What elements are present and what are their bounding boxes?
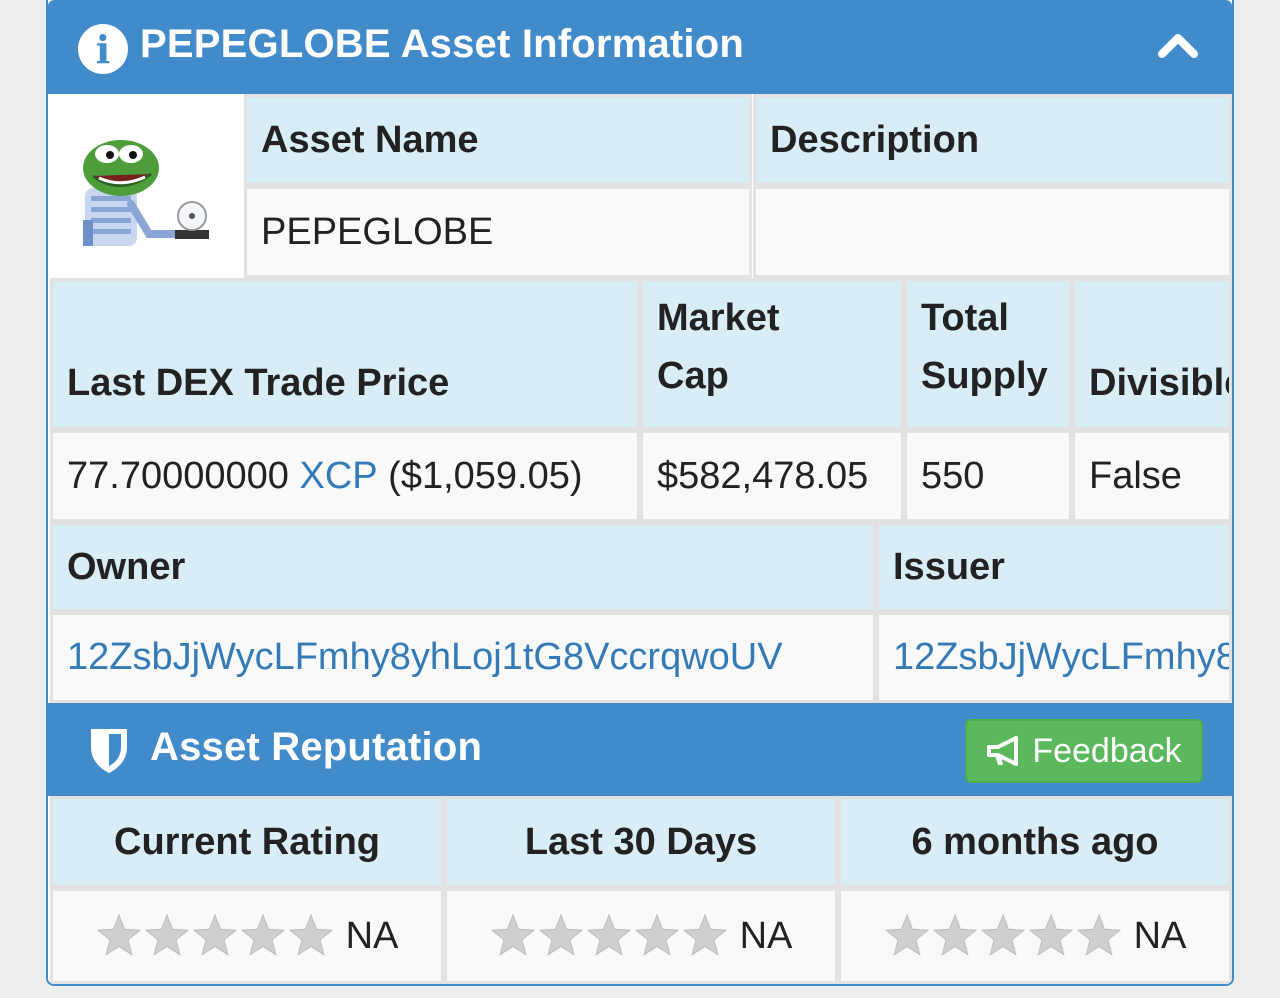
reputation-header: Asset Reputation Feedback xyxy=(48,703,1232,796)
panel-title: PEPEGLOBE Asset Information xyxy=(140,22,745,66)
star-icon xyxy=(538,913,583,956)
last-dex-price-value: 77.70000000 XCP ($1,059.05) xyxy=(50,430,640,522)
star-icon xyxy=(240,913,285,956)
current-rating-cell: NA xyxy=(50,888,444,984)
feedback-button[interactable]: Feedback xyxy=(965,719,1203,783)
star-rating xyxy=(96,913,334,959)
asset-name-header: Asset Name xyxy=(244,94,752,186)
six-months-ago-cell: NA xyxy=(838,888,1232,984)
market-cap-value: $582,478.05 xyxy=(640,430,904,522)
last-30-days-header: Last 30 Days xyxy=(444,796,838,888)
feedback-label: Feedback xyxy=(1032,731,1182,770)
chevron-up-icon[interactable] xyxy=(1156,28,1200,62)
description-header: Description xyxy=(753,94,1232,186)
description-value xyxy=(753,186,1232,278)
current-rating-header: Current Rating xyxy=(50,796,444,888)
asset-image xyxy=(48,94,244,278)
rating-value: NA xyxy=(345,914,399,957)
market-cap-header-text: Market Cap xyxy=(657,297,780,397)
star-icon xyxy=(144,913,189,956)
star-icon xyxy=(1028,913,1073,956)
info-circle-icon: i xyxy=(78,24,128,74)
total-supply-header: Total Supply xyxy=(904,278,1072,430)
reputation-title: Asset Reputation xyxy=(150,725,483,769)
star-rating xyxy=(490,913,728,959)
star-icon xyxy=(1076,913,1121,956)
price-currency-link[interactable]: XCP xyxy=(299,455,377,498)
issuer-header: Issuer xyxy=(876,522,1232,612)
last-dex-price-header: Last DEX Trade Price xyxy=(50,278,640,430)
star-icon xyxy=(980,913,1025,956)
asset-name-value: PEPEGLOBE xyxy=(244,186,752,278)
six-months-ago-header: 6 months ago xyxy=(838,796,1232,888)
star-icon xyxy=(96,913,141,956)
issuer-address-link[interactable]: 12ZsbJjWycLFmhy8yhLoj1tG8VccrqwoUV xyxy=(876,612,1232,703)
total-supply-header-text: Total Supply xyxy=(921,297,1048,397)
star-icon xyxy=(682,913,727,956)
price-amount: 77.70000000 xyxy=(67,454,289,497)
divisible-header: Divisible xyxy=(1072,278,1232,430)
star-icon xyxy=(490,913,535,956)
star-icon xyxy=(586,913,631,956)
star-rating xyxy=(884,913,1122,959)
rating-value: NA xyxy=(1133,914,1187,957)
panel-header[interactable]: i PEPEGLOBE Asset Information xyxy=(48,0,1232,94)
pepe-globe-image xyxy=(83,140,209,246)
total-supply-value: 550 xyxy=(904,430,1072,522)
star-icon xyxy=(192,913,237,956)
star-icon xyxy=(634,913,679,956)
star-icon xyxy=(932,913,977,956)
megaphone-icon xyxy=(987,736,1019,766)
last-30-days-cell: NA xyxy=(444,888,838,984)
asset-info-panel: i PEPEGLOBE Asset Information Asset Name… xyxy=(46,0,1234,986)
owner-address-link[interactable]: 12ZsbJjWycLFmhy8yhLoj1tG8VccrqwoUV xyxy=(50,612,876,703)
price-usd: ($1,059.05) xyxy=(388,454,583,497)
shield-icon xyxy=(91,729,127,773)
market-cap-header: Market Cap xyxy=(640,278,904,430)
divisible-value: False xyxy=(1072,430,1232,522)
star-icon xyxy=(288,913,333,956)
rating-value: NA xyxy=(739,914,793,957)
star-icon xyxy=(884,913,929,956)
owner-header: Owner xyxy=(50,522,876,612)
